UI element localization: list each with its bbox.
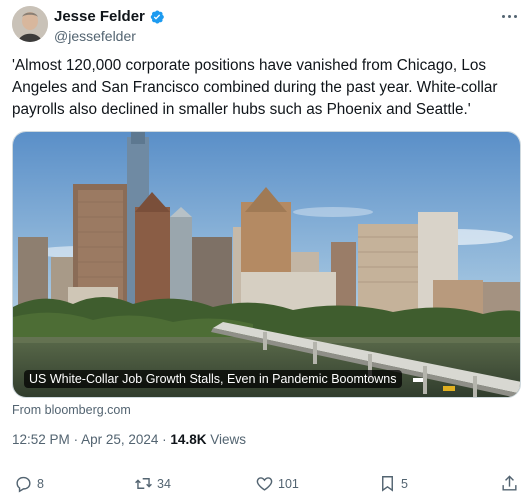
tweet-text: 'Almost 120,000 corporate positions have…	[12, 57, 498, 118]
city-skyline-image	[13, 132, 520, 397]
card-caption: US White-Collar Job Growth Stalls, Even …	[24, 370, 402, 388]
link-card[interactable]: US White-Collar Job Growth Stalls, Even …	[12, 131, 521, 398]
author-name[interactable]: Jesse Felder	[54, 8, 145, 25]
like-button[interactable]: 101	[255, 474, 299, 493]
avatar[interactable]	[12, 6, 48, 42]
views-label: Views	[210, 432, 246, 447]
meta-separator: ·	[162, 432, 167, 447]
repost-icon	[135, 478, 152, 489]
reply-button[interactable]: 8	[14, 474, 44, 493]
more-options-icon[interactable]	[499, 8, 519, 24]
reply-count: 8	[37, 476, 44, 491]
tweet-date[interactable]: Apr 25, 2024	[81, 432, 158, 447]
card-source[interactable]: From bloomberg.com	[12, 403, 131, 417]
meta-separator: ·	[73, 432, 79, 447]
tweet-time[interactable]: 12:52 PM	[12, 432, 70, 447]
share-button[interactable]	[500, 474, 519, 493]
tweet-header: Jesse Felder @jessefelder	[12, 6, 519, 46]
reply-icon	[16, 476, 31, 493]
bookmark-button[interactable]: 5	[378, 474, 408, 493]
author-handle[interactable]: @jessefelder	[54, 28, 165, 44]
author-block: Jesse Felder @jessefelder	[54, 8, 165, 44]
bookmark-count: 5	[401, 476, 408, 491]
repost-count: 34	[157, 476, 171, 491]
verified-badge-icon	[149, 9, 165, 25]
tweet-meta: 12:52 PM · Apr 25, 2024 · 14.8K Views	[12, 432, 246, 447]
views-count: 14.8K	[170, 432, 207, 447]
repost-button[interactable]: 34	[134, 474, 171, 493]
bookmark-icon	[382, 476, 393, 492]
like-count: 101	[278, 476, 299, 491]
heart-icon	[256, 477, 273, 491]
share-icon	[502, 475, 517, 491]
tweet-actions: 8 34 101 5	[12, 474, 519, 496]
